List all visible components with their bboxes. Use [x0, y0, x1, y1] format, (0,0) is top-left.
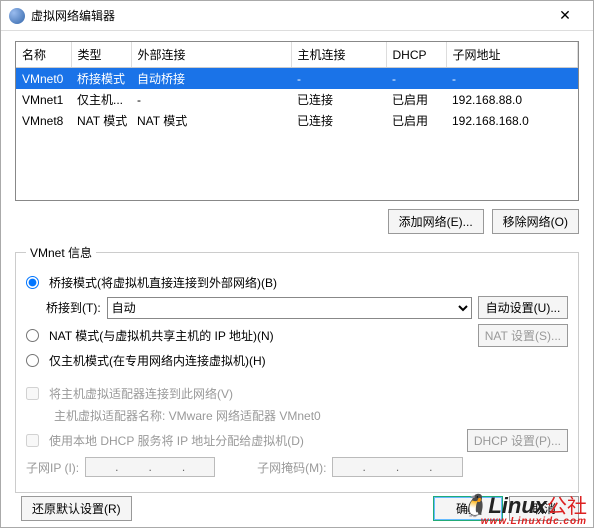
bridge-to-label: 桥接到(T): [46, 299, 101, 316]
subnet-ip-input: . . . [85, 457, 215, 477]
subnet-ip-label: 子网IP (I): [26, 459, 79, 476]
subnet-mask-input: . . . [332, 457, 462, 477]
table-row[interactable]: VMnet8NAT 模式NAT 模式已连接已启用192.168.168.0 [16, 110, 578, 131]
restore-defaults-button[interactable]: 还原默认设置(R) [21, 496, 132, 521]
remove-network-button[interactable]: 移除网络(O) [492, 209, 579, 234]
col-name[interactable]: 名称 [16, 42, 71, 68]
checkbox-dhcp-label: 使用本地 DHCP 服务将 IP 地址分配给虚拟机(D) [49, 432, 461, 449]
col-external[interactable]: 外部连接 [131, 42, 291, 68]
auto-settings-button[interactable]: 自动设置(U)... [478, 296, 568, 319]
dhcp-settings-button: DHCP 设置(P)... [467, 429, 568, 452]
vmnet-info-group: VMnet 信息 桥接模式(将虚拟机直接连接到外部网络)(B) 桥接到(T): … [15, 244, 579, 493]
col-host[interactable]: 主机连接 [291, 42, 386, 68]
bridge-to-select[interactable]: 自动 [107, 297, 472, 319]
close-button[interactable]: ✕ [545, 2, 585, 30]
checkbox-connect-host-label: 将主机虚拟适配器连接到此网络(V) [49, 385, 233, 402]
checkbox-dhcp [26, 434, 39, 447]
subnet-mask-label: 子网掩码(M): [257, 459, 326, 476]
col-dhcp[interactable]: DHCP [386, 42, 446, 68]
col-type[interactable]: 类型 [71, 42, 131, 68]
table-row[interactable]: VMnet1仅主机...-已连接已启用192.168.88.0 [16, 89, 578, 110]
dialog-footer: 还原默认设置(R) 确定 取消 [1, 496, 593, 521]
vmnet-info-legend: VMnet 信息 [26, 244, 96, 261]
add-network-button[interactable]: 添加网络(E)... [388, 209, 484, 234]
table-header-row: 名称 类型 外部连接 主机连接 DHCP 子网地址 [16, 42, 578, 68]
app-icon [9, 8, 25, 24]
network-table[interactable]: 名称 类型 外部连接 主机连接 DHCP 子网地址 VMnet0桥接模式自动桥接… [15, 41, 579, 201]
radio-hostonly-label[interactable]: 仅主机模式(在专用网络内连接虚拟机)(H) [49, 352, 266, 369]
radio-bridge-label[interactable]: 桥接模式(将虚拟机直接连接到外部网络)(B) [49, 274, 277, 291]
window-title: 虚拟网络编辑器 [31, 7, 545, 24]
checkbox-connect-host [26, 387, 39, 400]
titlebar: 虚拟网络编辑器 ✕ [1, 1, 593, 31]
radio-nat-label[interactable]: NAT 模式(与虚拟机共享主机的 IP 地址)(N) [49, 327, 472, 344]
radio-nat[interactable] [26, 329, 39, 342]
host-adapter-name: 主机虚拟适配器名称: VMware 网络适配器 VMnet0 [54, 407, 321, 424]
radio-hostonly[interactable] [26, 354, 39, 367]
cancel-button[interactable]: 取消 [509, 496, 579, 521]
table-row[interactable]: VMnet0桥接模式自动桥接--- [16, 68, 578, 90]
col-subnet[interactable]: 子网地址 [446, 42, 578, 68]
radio-bridge[interactable] [26, 276, 39, 289]
ok-button[interactable]: 确定 [433, 496, 503, 521]
nat-settings-button: NAT 设置(S)... [478, 324, 568, 347]
